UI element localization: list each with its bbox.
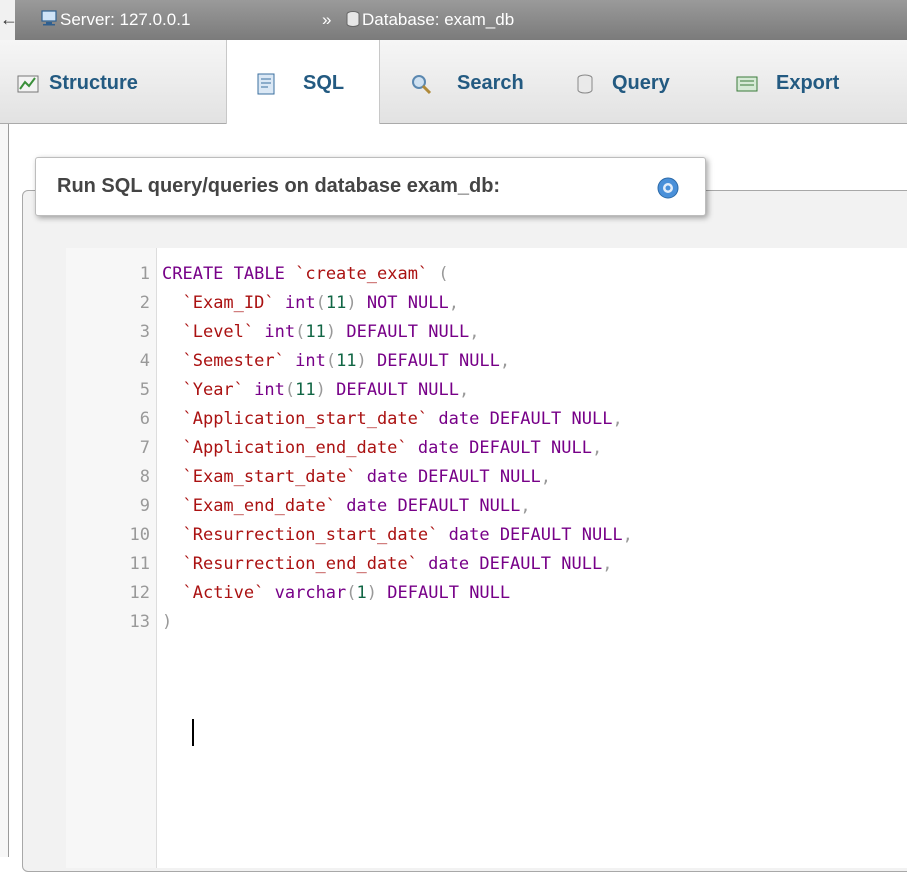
export-icon xyxy=(736,76,758,92)
line-number: 13 xyxy=(129,612,150,632)
tab-search[interactable]: Search xyxy=(380,40,550,123)
line-number: 10 xyxy=(129,525,150,545)
tab-query[interactable]: Query xyxy=(552,40,722,123)
query-icon xyxy=(577,74,593,94)
left-scrollbar[interactable] xyxy=(0,124,9,857)
database-icon xyxy=(346,11,360,27)
tab-sql-label: SQL xyxy=(303,72,345,94)
code-text: `Application_end_date` date DEFAULT NULL… xyxy=(182,438,603,458)
tab-query-label: Query xyxy=(612,72,670,94)
code-text: `Application_start_date` date DEFAULT NU… xyxy=(182,409,623,429)
tab-structure[interactable]: Structure xyxy=(0,40,225,123)
code-text: `Resurrection_start_date` date DEFAULT N… xyxy=(182,525,633,545)
tab-sql[interactable]: SQL xyxy=(226,40,380,124)
tab-export[interactable]: Export xyxy=(724,40,907,123)
line-number: 1 xyxy=(139,264,150,284)
line-number: 7 xyxy=(139,438,150,458)
code-text: CREATE TABLE `create_exam` ( xyxy=(162,264,449,284)
code-text: `Exam_ID` int(11) NOT NULL, xyxy=(182,293,459,313)
line-number: 12 xyxy=(129,583,150,603)
line-number: 8 xyxy=(139,467,150,487)
code-text: `Year` int(11) DEFAULT NULL, xyxy=(182,380,470,400)
code-text: `Resurrection_end_date` date DEFAULT NUL… xyxy=(182,554,613,574)
database-link[interactable]: Database: exam_db xyxy=(362,0,514,40)
breadcrumb: ← Server: 127.0.0.1 » Database: exam_db xyxy=(0,0,907,40)
panel-legend: Run SQL query/queries on database exam_d… xyxy=(35,157,706,216)
line-number: 5 xyxy=(139,380,150,400)
line-number: 11 xyxy=(129,554,150,574)
code-text: ) xyxy=(162,612,173,632)
search-icon xyxy=(412,75,432,95)
line-number: 2 xyxy=(139,293,150,313)
text-cursor xyxy=(192,719,194,746)
code-text: `Exam_start_date` date DEFAULT NULL, xyxy=(182,467,552,487)
server-icon xyxy=(41,10,57,26)
line-number: 3 xyxy=(139,322,150,342)
back-arrow-icon[interactable]: ← xyxy=(0,0,18,40)
server-link[interactable]: Server: 127.0.0.1 xyxy=(60,0,190,40)
breadcrumb-separator: » xyxy=(322,10,332,29)
line-number: 4 xyxy=(139,351,150,371)
code-text: `Exam_end_date` date DEFAULT NULL, xyxy=(182,496,531,516)
tab-bar: Structure SQL Search Query Export xyxy=(0,40,907,124)
code-text: `Active` varchar(1) DEFAULT NULL xyxy=(182,583,511,603)
structure-icon xyxy=(17,75,39,93)
tab-export-label: Export xyxy=(776,72,840,94)
tab-structure-label: Structure xyxy=(49,72,138,94)
sql-icon xyxy=(257,73,275,95)
code-text: `Level` int(11) DEFAULT NULL, xyxy=(182,322,480,342)
line-number: 6 xyxy=(139,409,150,429)
code-text: `Semester` int(11) DEFAULT NULL, xyxy=(182,351,511,371)
tab-search-label: Search xyxy=(457,72,524,94)
panel-title: Run SQL query/queries on database exam_d… xyxy=(57,175,501,197)
line-number: 9 xyxy=(139,496,150,516)
help-icon[interactable] xyxy=(657,177,679,199)
